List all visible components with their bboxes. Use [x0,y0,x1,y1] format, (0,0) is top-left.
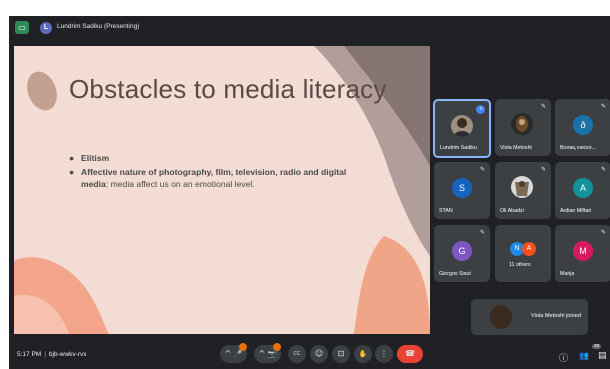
present-icon: ⊡ [337,349,345,358]
separator: | [44,351,46,358]
participant-avatar: M [573,241,593,261]
participant-tile[interactable]: ✎ Viola Metoshi [495,99,551,156]
participant-tile[interactable]: S ✎ STAN [434,162,490,219]
captions-button[interactable]: CC [288,345,306,363]
speaking-indicator-icon: ॥ [476,105,485,114]
camera-button[interactable]: ^ 📷 [254,343,281,363]
participant-tile[interactable]: ð ✎ Волиц vюско... [555,99,610,156]
mic-off-icon: ✎ [600,103,606,110]
participant-tile[interactable]: G ✎ Giorgos Sisut [434,225,490,282]
more-options-button[interactable]: ⋮ [375,345,393,363]
mic-off-icon: ✎ [479,229,485,236]
bullet-text-bold: Elitism [81,153,110,163]
others-count-label: 11 others [509,262,531,268]
participant-name: Lundrim Sadiku [440,145,477,151]
hand-icon: ✋ [358,350,368,358]
leave-call-button[interactable]: ☎ [397,345,423,363]
slide-bullet: ● Affective nature of photography, film,… [67,166,357,190]
mic-button[interactable]: ^ 🎤 [220,343,247,363]
participant-tile[interactable]: ॥ Lundrim Sadiku [433,99,491,158]
participant-name: Giorgos Sisut [439,271,471,277]
presenter-avatar: L [40,22,52,34]
slide-bullet-list: ● Elitism ● Affective nature of photogra… [67,152,357,192]
participant-name: Ardian Miftari [560,208,592,214]
participant-avatar: ð [573,115,593,135]
slide-bullet: ● Elitism [67,152,357,164]
clock-time: 5:17 PM [17,351,42,358]
info-icon[interactable]: ⓘ [559,351,568,364]
meet-window: ▭ L Lundrim Sadiku (Presenting) Obstacle… [9,16,610,369]
present-screen-icon[interactable]: ▭ [15,21,29,34]
end-call-icon: ☎ [405,349,415,358]
mic-muted-badge [239,343,247,351]
present-button[interactable]: ⊡ [332,345,350,363]
bottom-bar: 5:17 PM | bjb-wwkv-rvx ^ 🎤 ^ 📷 CC ☺ ⊡ ✋ ⋮ … [9,338,610,369]
participant-photo [511,113,533,135]
mic-off-icon: ✎ [540,166,546,173]
top-bar: ▭ L Lundrim Sadiku (Presenting) [9,16,610,40]
mic-off-icon: ✎ [600,166,606,173]
slide-title: Obstacles to media literacy [69,74,387,104]
participant-name: Marija [560,271,575,277]
captions-icon: CC [293,351,301,357]
chevron-up-icon[interactable]: ^ [259,349,266,358]
participant-name: Viola Metoshi [500,145,532,151]
participant-photo [490,305,512,329]
mic-icon: 🎤 [233,350,243,358]
more-vert-icon: ⋮ [380,349,388,358]
people-count-badge: 20 [592,344,602,349]
others-tile[interactable]: N A 11 others [495,225,551,282]
bullet-dot: ● [69,167,75,177]
participant-name: Волиц vюско... [560,145,596,151]
participant-name: Oli Abadzi [500,208,524,214]
participant-photo [511,176,533,198]
meeting-code: bjb-wwkv-rvx [48,351,87,358]
mic-off-icon: ✎ [540,103,546,110]
participant-avatar: G [452,241,472,261]
join-notification-text: Viola Metoshi joined [531,313,581,319]
camera-icon: 📷 [267,350,277,358]
mic-off-icon: ✎ [479,166,485,173]
join-notification: Viola Metoshi joined [471,299,588,335]
presentation-slide: Obstacles to media literacy ● Elitism ● … [14,46,430,334]
chevron-up-icon[interactable]: ^ [225,349,232,358]
emoji-button[interactable]: ☺ [310,345,328,363]
emoji-icon: ☺ [314,349,324,358]
participant-avatar: A [573,178,593,198]
people-icon[interactable]: 👥 [579,351,589,360]
presenter-title: Lundrim Sadiku (Presenting) [57,23,140,30]
participant-photo [451,115,473,137]
bullet-text: : media affect us on an emotional level. [105,179,255,189]
chat-icon[interactable]: ▤ [598,351,607,361]
participant-name: STAN [439,208,453,214]
participant-avatar: S [452,178,472,198]
bullet-dot: ● [69,153,75,163]
camera-off-badge [273,343,281,351]
mic-off-icon: ✎ [600,229,606,236]
participant-tile[interactable]: ✎ Oli Abadzi [495,162,551,219]
raise-hand-button[interactable]: ✋ [354,345,372,363]
meeting-info: 5:17 PM | bjb-wwkv-rvx [17,351,86,358]
participant-avatar: A [522,242,536,256]
participant-tile[interactable]: A ✎ Ardian Miftari [555,162,610,219]
participant-tile[interactable]: M ✎ Marija [555,225,610,282]
